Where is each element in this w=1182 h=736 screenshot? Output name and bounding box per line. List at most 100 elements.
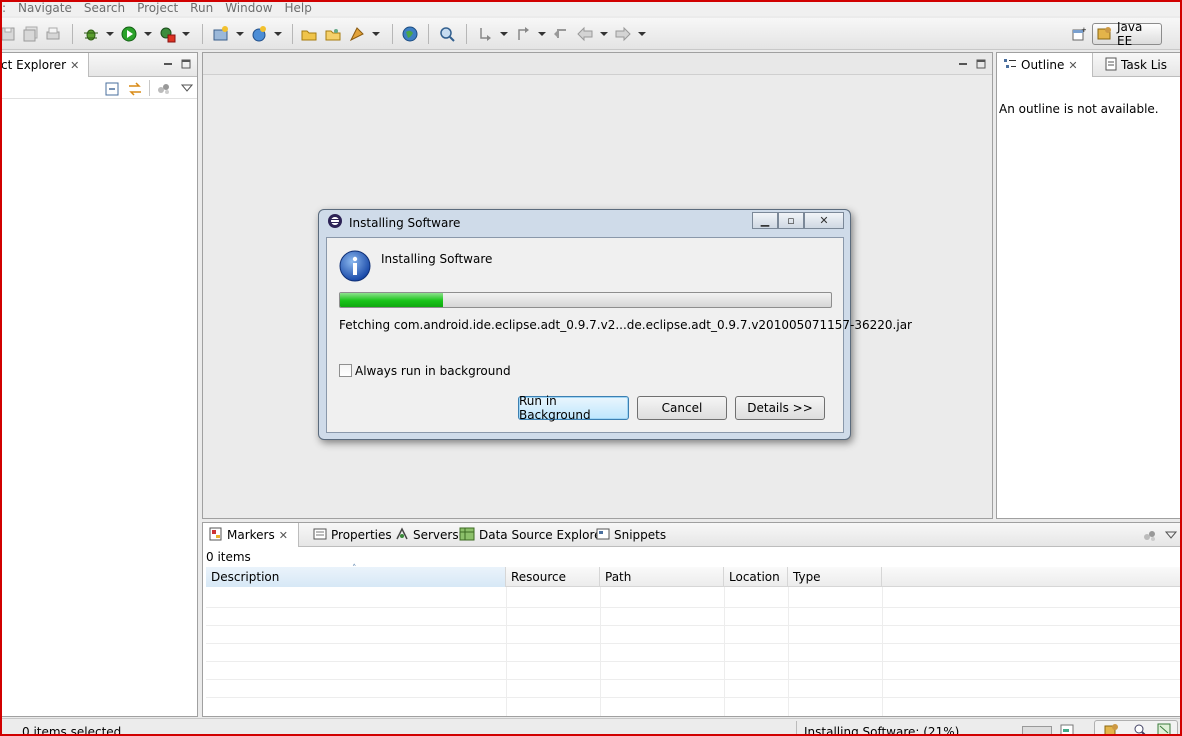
main-toolbar: + Java EE	[0, 18, 1182, 50]
maximize-icon[interactable]	[181, 59, 191, 69]
new-server-icon[interactable]	[212, 25, 230, 43]
tab-task-list[interactable]: Task Lis	[1099, 53, 1173, 77]
fast-view-icon[interactable]	[1103, 723, 1119, 736]
open-type-icon[interactable]	[300, 25, 318, 43]
print-icon[interactable]	[44, 25, 62, 43]
tab-label: Servers	[413, 528, 459, 542]
checkbox-label[interactable]: Always run in background	[355, 364, 511, 378]
always-run-background-checkbox[interactable]	[339, 364, 352, 377]
markers-table-header: Description ˄ Resource Path Location Typ…	[206, 564, 1182, 587]
external-tools-icon[interactable]	[158, 25, 176, 43]
next-annotation-icon[interactable]	[476, 25, 494, 43]
globe-icon[interactable]	[401, 25, 419, 43]
bottom-panel-header: Markers ✕ Properties Servers Data Source…	[203, 523, 1182, 547]
outline-header: Outline ✕ Task Lis	[997, 53, 1182, 77]
back-dropdown-icon[interactable]	[600, 32, 608, 36]
menu-partial[interactable]: :	[0, 1, 12, 15]
column-location[interactable]: Location	[724, 567, 788, 587]
info-icon	[339, 250, 371, 285]
tab-markers[interactable]: Markers ✕	[203, 523, 299, 547]
forward-icon[interactable]	[614, 25, 632, 43]
tab-label: Snippets	[614, 528, 667, 542]
search-icon[interactable]	[1133, 723, 1147, 736]
search-tool-icon[interactable]	[438, 25, 456, 43]
run-dropdown-icon[interactable]	[144, 32, 152, 36]
column-resource[interactable]: Resource	[506, 567, 600, 587]
close-icon[interactable]: ✕	[70, 59, 79, 72]
view-menu-icon[interactable]	[180, 82, 194, 96]
column-description[interactable]: Description ˄	[206, 564, 506, 587]
menu-help[interactable]: Help	[279, 1, 318, 15]
progress-fill	[340, 293, 444, 307]
tab-data-source-explorer[interactable]: Data Source Explorer	[453, 523, 612, 547]
data-source-icon	[459, 527, 475, 544]
column-type[interactable]: Type	[788, 567, 882, 587]
eclipse-icon	[327, 213, 343, 232]
menu-run[interactable]: Run	[184, 1, 219, 15]
debug-icon[interactable]	[82, 25, 100, 43]
tab-label: Properties	[331, 528, 392, 542]
column-path[interactable]: Path	[600, 567, 724, 587]
status-progress-bar[interactable]	[1022, 726, 1052, 735]
close-button[interactable]: ✕	[804, 212, 844, 229]
menu-window[interactable]: Window	[219, 1, 278, 15]
restore-icon: ▫	[787, 214, 795, 227]
progress-detail: Fetching com.android.ide.eclipse.adt_0.9…	[339, 318, 912, 332]
open-folder-icon[interactable]	[324, 25, 342, 43]
launch-dropdown-icon[interactable]	[372, 32, 380, 36]
open-perspective-icon[interactable]: +	[1072, 26, 1087, 41]
tab-project-explorer[interactable]: ct Explorer ✕	[0, 53, 89, 77]
close-icon[interactable]: ✕	[279, 529, 288, 542]
last-edit-icon[interactable]	[552, 25, 570, 43]
new-web-icon[interactable]	[250, 25, 268, 43]
status-selection: 0 items selected	[22, 725, 122, 736]
forward-dropdown-icon[interactable]	[638, 32, 646, 36]
task-list-icon	[1105, 57, 1117, 74]
minimize-button[interactable]: ▁	[752, 212, 778, 229]
new-server-dropdown-icon[interactable]	[236, 32, 244, 36]
menu-project[interactable]: Project	[131, 1, 184, 15]
view-menu-icon[interactable]	[1164, 529, 1178, 543]
close-icon[interactable]: ✕	[1068, 59, 1077, 72]
properties-icon	[313, 528, 327, 543]
svg-text:+: +	[1081, 27, 1086, 34]
link-with-editor-icon[interactable]	[127, 82, 143, 99]
menu-search[interactable]: Search	[78, 1, 131, 15]
tab-properties[interactable]: Properties	[307, 523, 398, 547]
status-progress-text[interactable]: Installing Software: (21%)	[804, 725, 959, 736]
filters-icon[interactable]	[1143, 529, 1157, 546]
save-icon[interactable]	[0, 25, 18, 43]
external-tools-dropdown-icon[interactable]	[182, 32, 190, 36]
debug-dropdown-icon[interactable]	[106, 32, 114, 36]
back-icon[interactable]	[576, 25, 594, 43]
tab-outline[interactable]: Outline ✕	[997, 53, 1093, 77]
new-web-dropdown-icon[interactable]	[274, 32, 282, 36]
sort-ascending-icon: ˄	[352, 564, 357, 574]
next-annotation-dropdown-icon[interactable]	[500, 32, 508, 36]
editor-header	[203, 53, 992, 75]
details-button[interactable]: Details >>	[735, 396, 825, 420]
prev-annotation-dropdown-icon[interactable]	[538, 32, 546, 36]
minimize-icon[interactable]	[163, 59, 173, 69]
run-icon[interactable]	[120, 25, 138, 43]
progress-view-icon[interactable]	[1060, 724, 1074, 736]
java-ee-perspective-button[interactable]: Java EE	[1092, 20, 1162, 48]
cancel-button[interactable]: Cancel	[637, 396, 727, 420]
tab-snippets[interactable]: Snippets	[590, 523, 672, 547]
run-in-background-button[interactable]: Run in Background	[518, 394, 629, 422]
tab-label: Data Source Explorer	[479, 528, 607, 542]
save-all-icon[interactable]	[22, 25, 40, 43]
dialog-body: Installing Software Fetching com.android…	[326, 237, 912, 433]
filters-icon[interactable]	[157, 82, 171, 99]
trim-stack	[1094, 720, 1178, 736]
outline-icon	[1003, 57, 1017, 74]
close-icon: ✕	[819, 214, 829, 227]
prev-annotation-icon[interactable]	[514, 25, 532, 43]
menu-navigate[interactable]: Navigate	[12, 1, 78, 15]
restore-button[interactable]: ▫	[778, 212, 804, 229]
outline-fast-icon[interactable]	[1157, 723, 1171, 736]
editor-maximize-icon[interactable]	[976, 59, 986, 69]
collapse-all-icon[interactable]	[105, 82, 119, 99]
editor-minimize-icon[interactable]	[958, 59, 968, 69]
launch-icon[interactable]	[348, 25, 366, 43]
